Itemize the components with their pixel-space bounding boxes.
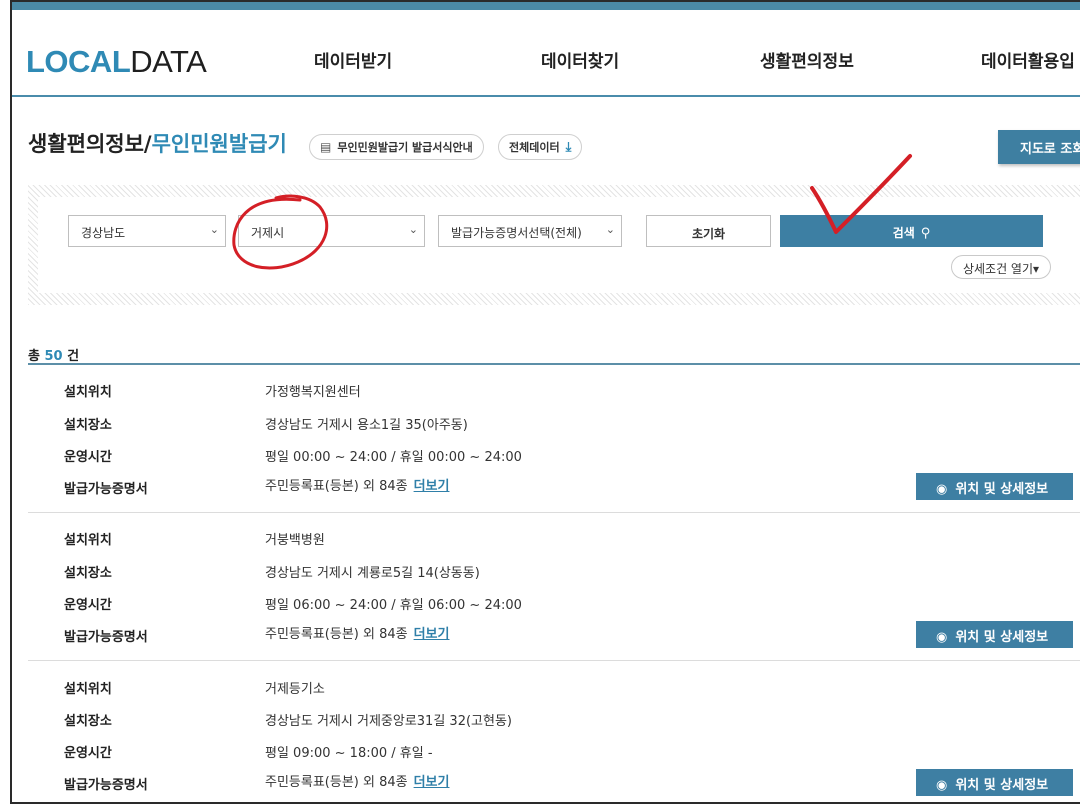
nav-data-search[interactable]: 데이터찾기 bbox=[541, 47, 619, 72]
more-link[interactable]: 더보기 bbox=[414, 775, 450, 790]
record-hours: 평일 09:00 ~ 18:00 / 휴일 - bbox=[265, 746, 433, 761]
label-place: 설치장소 bbox=[64, 566, 112, 581]
label-certs: 발급가능증명서 bbox=[64, 482, 148, 497]
label-certs: 발급가능증명서 bbox=[64, 630, 148, 645]
label-hours: 운영시간 bbox=[64, 450, 112, 465]
nav-life-info[interactable]: 생활편의정보 bbox=[760, 47, 854, 72]
label-hours: 운영시간 bbox=[64, 598, 112, 613]
site-header: LOCALDATA 데이터받기 데이터찾기 생활편의정보 데이터활용입 bbox=[12, 10, 1080, 97]
search-button[interactable]: 검색 ⚲ bbox=[780, 215, 1043, 247]
location-detail-button[interactable]: ◉ 위치 및 상세정보 bbox=[916, 769, 1073, 796]
label-place: 설치장소 bbox=[64, 418, 112, 433]
map-pin-icon: ◉ bbox=[936, 482, 948, 497]
chevron-down-icon: ⌄ bbox=[209, 223, 219, 236]
province-select[interactable]: 경상남도 ⌄ bbox=[68, 215, 226, 247]
document-icon: ▤ bbox=[320, 140, 332, 154]
form-guide-pill[interactable]: ▤ 무인민원발급기 발급서식안내 bbox=[309, 134, 484, 160]
record-location: 가정행복지원센터 bbox=[265, 385, 361, 400]
detail-conditions-toggle[interactable]: 상세조건 열기▾ bbox=[951, 255, 1051, 279]
result-divider bbox=[28, 363, 1080, 365]
label-certs: 발급가능증명서 bbox=[64, 778, 148, 793]
more-link[interactable]: 더보기 bbox=[414, 627, 450, 642]
more-link[interactable]: 더보기 bbox=[414, 479, 450, 494]
location-detail-button[interactable]: ◉ 위치 및 상세정보 bbox=[916, 473, 1073, 500]
record-place: 경상남도 거제시 용소1길 35(아주동) bbox=[265, 418, 468, 433]
record-hours: 평일 00:00 ~ 24:00 / 휴일 00:00 ~ 24:00 bbox=[265, 450, 522, 465]
download-icon: ⤓ bbox=[565, 139, 572, 155]
map-pin-icon: ◉ bbox=[936, 630, 948, 645]
label-location: 설치위치 bbox=[64, 682, 112, 697]
label-place: 설치장소 bbox=[64, 714, 112, 729]
map-pin-icon: ◉ bbox=[936, 778, 948, 793]
record-certs: 주민등록표(등본) 외 84종 더보기 bbox=[265, 775, 450, 790]
browser-frame: LOCALDATA 데이터받기 데이터찾기 생활편의정보 데이터활용입 생활편의… bbox=[10, 0, 1080, 804]
search-icon: ⚲ bbox=[920, 226, 931, 241]
site-logo[interactable]: LOCALDATA bbox=[26, 44, 207, 80]
record-separator bbox=[28, 512, 1080, 513]
record-place: 경상남도 거제시 계룡로5길 14(상동동) bbox=[265, 566, 480, 581]
map-view-button[interactable]: 지도로 조회 bbox=[998, 130, 1080, 164]
record-location: 거제등기소 bbox=[265, 682, 325, 697]
chevron-down-icon: ⌄ bbox=[605, 223, 615, 236]
page-title: 생활편의정보/무인민원발급기 bbox=[28, 132, 287, 156]
nav-data-usage[interactable]: 데이터활용입 bbox=[981, 47, 1075, 72]
top-accent-bar bbox=[12, 2, 1080, 10]
location-detail-button[interactable]: ◉ 위치 및 상세정보 bbox=[916, 621, 1073, 648]
reset-button[interactable]: 초기화 bbox=[646, 215, 771, 247]
record-place: 경상남도 거제시 거제중앙로31길 32(고현동) bbox=[265, 714, 512, 729]
chevron-down-icon: ⌄ bbox=[408, 223, 418, 236]
result-count: 총 50 건 bbox=[28, 349, 80, 364]
label-location: 설치위치 bbox=[64, 385, 112, 400]
label-location: 설치위치 bbox=[64, 533, 112, 548]
nav-data-download[interactable]: 데이터받기 bbox=[314, 47, 392, 72]
full-data-download-pill[interactable]: 전체데이터 ⤓ bbox=[498, 134, 583, 160]
record-hours: 평일 06:00 ~ 24:00 / 휴일 06:00 ~ 24:00 bbox=[265, 598, 522, 613]
record-location: 거붕백병원 bbox=[265, 533, 325, 548]
city-select[interactable]: 거제시 ⌄ bbox=[238, 215, 425, 247]
record-certs: 주민등록표(등본) 외 84종 더보기 bbox=[265, 627, 450, 642]
record-separator bbox=[28, 660, 1080, 661]
certificate-select[interactable]: 발급가능증명서선택(전체) ⌄ bbox=[438, 215, 622, 247]
record-certs: 주민등록표(등본) 외 84종 더보기 bbox=[265, 479, 450, 494]
label-hours: 운영시간 bbox=[64, 746, 112, 761]
